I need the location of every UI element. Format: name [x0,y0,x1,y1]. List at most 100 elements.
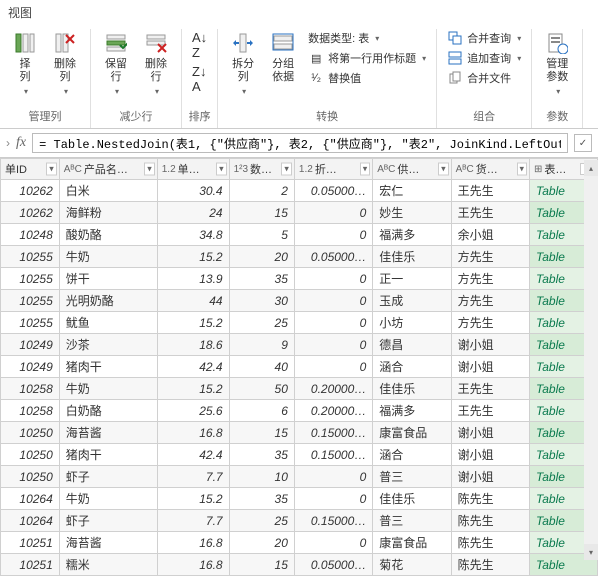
table-row[interactable]: 10264虾子7.7250.15000…普三陈先生Table [1,510,598,532]
cell-qty[interactable]: 35 [229,444,294,466]
cell-product[interactable]: 海鲜粉 [59,202,157,224]
cell-price[interactable]: 16.8 [157,554,229,576]
cell-disc[interactable]: 0 [294,532,372,554]
cell-contact[interactable]: 方先生 [451,268,529,290]
delete-columns-button[interactable]: 删除 列 ▾ [46,29,84,98]
cell-disc[interactable]: 0.05000… [294,554,372,576]
cell-contact[interactable]: 陈先生 [451,510,529,532]
table-row[interactable]: 10255鱿鱼15.2250小坊方先生Table [1,312,598,334]
cell-contact[interactable]: 谢小姐 [451,466,529,488]
split-column-button[interactable]: 拆分 列 ▾ [224,29,262,98]
cell-qty[interactable]: 35 [229,488,294,510]
cell-contact[interactable]: 陈先生 [451,554,529,576]
column-header-supplier[interactable]: AᴮC供…▾ [373,159,451,180]
cell-supplier[interactable]: 康富食品 [373,532,451,554]
scroll-up-arrow[interactable]: ▴ [584,160,598,176]
column-filter-icon[interactable]: ▾ [46,163,57,176]
cell-contact[interactable]: 方先生 [451,290,529,312]
vertical-scrollbar[interactable]: ▴ ▾ [584,160,598,560]
formula-input[interactable] [32,133,568,153]
table-row[interactable]: 10255牛奶15.2200.05000…佳佳乐方先生Table [1,246,598,268]
column-header-contact[interactable]: AᴮC货…▾ [451,159,529,180]
formula-confirm-button[interactable]: ✓ [574,134,592,152]
cell-id[interactable]: 10258 [1,378,60,400]
cell-id[interactable]: 10262 [1,180,60,202]
cell-contact[interactable]: 谢小姐 [451,422,529,444]
cell-qty[interactable]: 20 [229,532,294,554]
cell-product[interactable]: 白奶酪 [59,400,157,422]
table-row[interactable]: 10264牛奶15.2350佳佳乐陈先生Table [1,488,598,510]
cell-qty[interactable]: 10 [229,466,294,488]
cell-contact[interactable]: 王先生 [451,202,529,224]
cell-product[interactable]: 海苔酱 [59,532,157,554]
cell-qty[interactable]: 40 [229,356,294,378]
cell-supplier[interactable]: 涵合 [373,356,451,378]
column-header-price[interactable]: 1.2单…▾ [157,159,229,180]
cell-id[interactable]: 10264 [1,488,60,510]
cell-disc[interactable]: 0.15000… [294,422,372,444]
group-by-button[interactable]: 分组 依据 [264,29,302,86]
table-row[interactable]: 10250海苔酱16.8150.15000…康富食品谢小姐Table [1,422,598,444]
cell-disc[interactable]: 0 [294,268,372,290]
cell-price[interactable]: 16.8 [157,422,229,444]
data-source-settings-button[interactable]: 数 设 [589,29,598,86]
cell-supplier[interactable]: 小坊 [373,312,451,334]
cell-disc[interactable]: 0 [294,202,372,224]
cell-supplier[interactable]: 佳佳乐 [373,246,451,268]
column-filter-icon[interactable]: ▾ [517,163,528,176]
cell-product[interactable]: 饼干 [59,268,157,290]
cell-id[interactable]: 10249 [1,334,60,356]
tab-view[interactable]: 视图 [8,6,32,20]
cell-supplier[interactable]: 涵合 [373,444,451,466]
cell-id[interactable]: 10250 [1,422,60,444]
table-row[interactable]: 10262白米30.420.05000…宏仁王先生Table [1,180,598,202]
table-row[interactable]: 10250猪肉干42.4350.15000…涵合谢小姐Table [1,444,598,466]
manage-parameters-button[interactable]: 管理 参数 ▾ [538,29,576,98]
cell-price[interactable]: 13.9 [157,268,229,290]
cell-supplier[interactable]: 康富食品 [373,422,451,444]
use-first-row-button[interactable]: ▤ 将第一行用作标题▾ [304,49,430,67]
cell-product[interactable]: 糯米 [59,554,157,576]
merge-files-button[interactable]: 合并文件 [443,69,525,87]
replace-values-button[interactable]: ¹⁄₂ 替换值 [304,69,430,87]
cell-id[interactable]: 10262 [1,202,60,224]
cell-id[interactable]: 10255 [1,246,60,268]
cell-product[interactable]: 虾子 [59,510,157,532]
cell-id[interactable]: 10255 [1,268,60,290]
cell-product[interactable]: 猪肉干 [59,356,157,378]
cell-supplier[interactable]: 福满多 [373,224,451,246]
cell-product[interactable]: 牛奶 [59,246,157,268]
cell-id[interactable]: 10255 [1,312,60,334]
scroll-track[interactable] [584,176,598,544]
cell-contact[interactable]: 王先生 [451,378,529,400]
merge-queries-button[interactable]: 合并查询▾ [443,29,525,47]
cell-disc[interactable]: 0 [294,334,372,356]
cell-contact[interactable]: 余小姐 [451,224,529,246]
cell-qty[interactable]: 2 [229,180,294,202]
cell-disc[interactable]: 0 [294,290,372,312]
cell-disc[interactable]: 0.05000… [294,246,372,268]
cell-id[interactable]: 10255 [1,290,60,312]
cell-qty[interactable]: 15 [229,554,294,576]
cell-qty[interactable]: 50 [229,378,294,400]
cell-qty[interactable]: 15 [229,422,294,444]
cell-id[interactable]: 10250 [1,444,60,466]
cell-id[interactable]: 10249 [1,356,60,378]
cell-price[interactable]: 30.4 [157,180,229,202]
cell-product[interactable]: 猪肉干 [59,444,157,466]
cell-disc[interactable]: 0 [294,356,372,378]
cell-supplier[interactable]: 普三 [373,510,451,532]
cell-supplier[interactable]: 正一 [373,268,451,290]
cell-product[interactable]: 鱿鱼 [59,312,157,334]
table-row[interactable]: 10249沙茶18.690德昌谢小姐Table [1,334,598,356]
table-row[interactable]: 10255光明奶酪44300玉成方先生Table [1,290,598,312]
cell-qty[interactable]: 25 [229,312,294,334]
cell-product[interactable]: 虾子 [59,466,157,488]
table-row[interactable]: 10258白奶酪25.660.20000…福满多王先生Table [1,400,598,422]
choose-columns-button[interactable]: 择 列 ▾ [6,29,44,98]
cell-qty[interactable]: 30 [229,290,294,312]
column-header-qty[interactable]: 1²3数…▾ [229,159,294,180]
cell-supplier[interactable]: 德昌 [373,334,451,356]
cell-qty[interactable]: 25 [229,510,294,532]
cell-disc[interactable]: 0.20000… [294,400,372,422]
